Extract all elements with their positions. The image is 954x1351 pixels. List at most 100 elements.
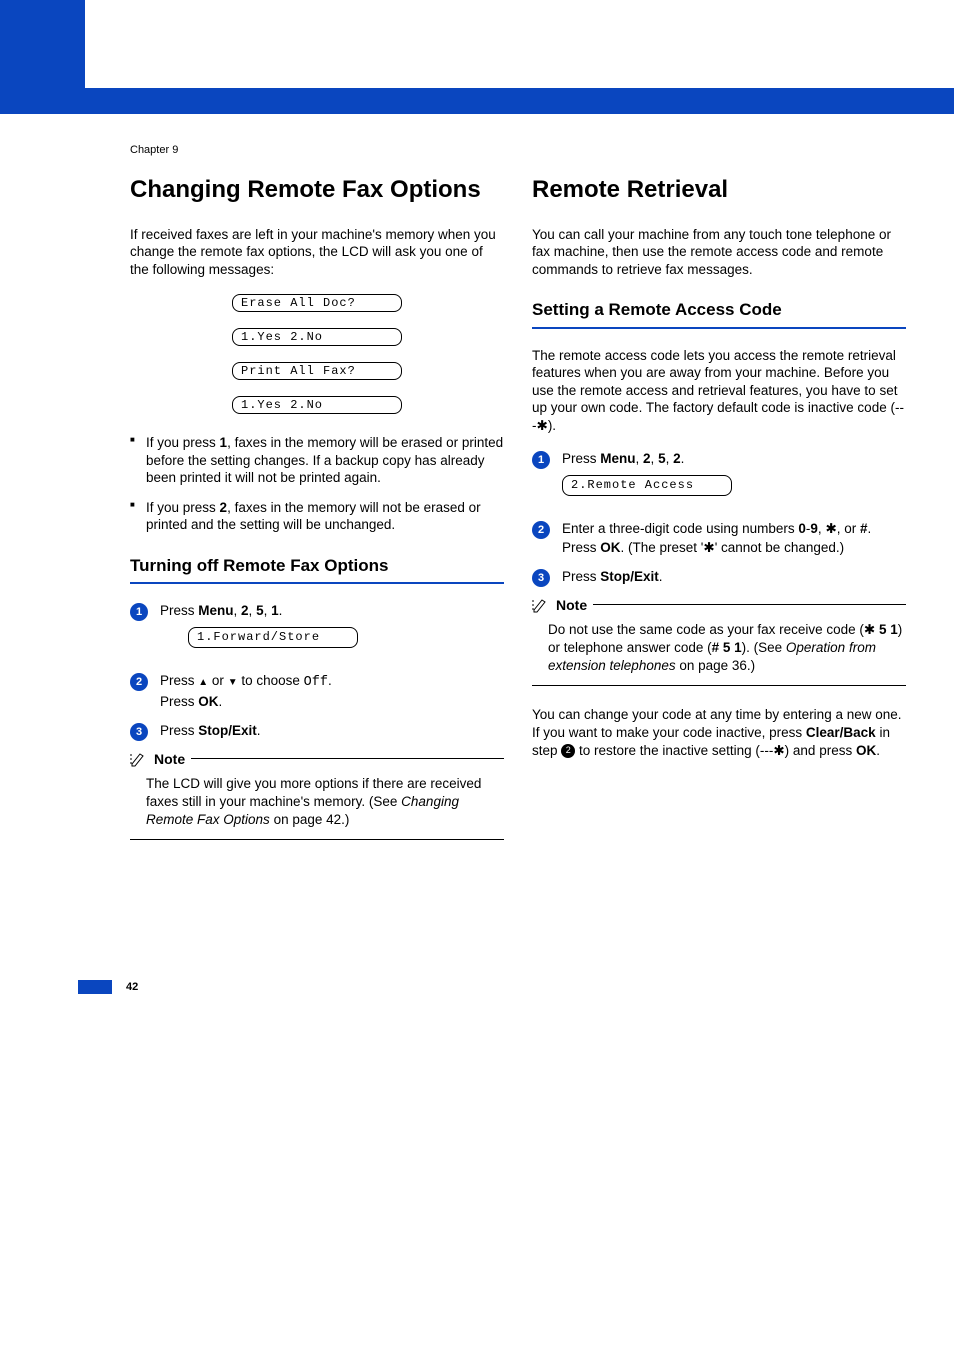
bold-text: OK [198, 694, 218, 709]
triangle-down-icon [228, 673, 238, 688]
text: or [208, 673, 228, 688]
note-header: Note [130, 751, 504, 767]
star-icon: ✱ [537, 418, 548, 433]
lcd-group: Erase All Doc? 1.Yes 2.No Print All Fax?… [130, 294, 504, 414]
bold-text: # 5 1 [712, 640, 742, 655]
star-icon: ✱ [864, 622, 875, 637]
text: Press [160, 694, 198, 709]
text: on page 42.) [270, 812, 350, 827]
note-hr [532, 685, 906, 686]
header-stripe [0, 88, 954, 114]
step-body: Press Stop/Exit. [160, 722, 504, 741]
step-number-icon: 2 [532, 521, 550, 539]
lcd-line: Print All Fax? [232, 362, 402, 380]
two-column-layout: Changing Remote Fax Options If received … [0, 176, 954, 860]
step-body: Press Menu, 2, 5, 2. 2.Remote Access [562, 450, 906, 510]
triangle-up-icon [198, 673, 208, 688]
step-number-icon: 1 [532, 451, 550, 469]
text: The remote access code lets you access t… [532, 348, 904, 433]
note-header: Note [532, 597, 906, 613]
text: , [666, 451, 674, 466]
text: . [659, 569, 663, 584]
lcd-line: 1.Yes 2.No [232, 396, 402, 414]
text: If you press [146, 435, 220, 450]
step-1: 1 Press Menu, 2, 5, 2. 2.Remote Access [532, 450, 906, 510]
step-2: 2 Enter a three-digit code using numbers… [532, 520, 906, 558]
star-icon: ✱ [773, 743, 784, 758]
bullet-list: If you press 1, faxes in the memory will… [130, 434, 504, 534]
step-body: Press Stop/Exit. [562, 568, 906, 587]
text: If you press [146, 500, 220, 515]
bold-text: 5 1 [875, 622, 898, 637]
bold-text: Menu [600, 451, 635, 466]
bold-text: OK [856, 743, 876, 758]
page-footer: 42 [0, 980, 954, 994]
note-body: The LCD will give you more options if th… [130, 769, 504, 840]
heading-underline [130, 582, 504, 584]
step-body: Press Menu, 2, 5, 1. 1.Forward/Store [160, 602, 504, 662]
step-number-icon: 2 [130, 673, 148, 691]
text: to choose [238, 673, 304, 688]
bold-text: 1 [220, 435, 228, 450]
star-icon: ✱ [703, 540, 714, 555]
text: . (The preset ' [621, 540, 704, 555]
chapter-label: Chapter 9 [130, 144, 954, 156]
text: Press [160, 673, 198, 688]
bold-text: Clear/Back [806, 725, 876, 740]
note-hr [593, 604, 906, 605]
note-block: Note Do not use the same code as your fa… [532, 597, 906, 687]
text: . [279, 603, 283, 618]
step-number-icon: 3 [130, 723, 148, 741]
text: , [651, 451, 659, 466]
text: , or [837, 521, 860, 536]
text: , [636, 451, 644, 466]
bold-text: 0 [798, 521, 806, 536]
text: . [681, 451, 685, 466]
lcd-line: Erase All Doc? [232, 294, 402, 312]
text: , [234, 603, 242, 618]
note-hr [191, 758, 504, 759]
text: . [257, 723, 261, 738]
text: . [876, 743, 880, 758]
page-header-bar [0, 0, 954, 114]
step-number-icon: 1 [130, 603, 148, 621]
pencil-icon [130, 751, 148, 767]
star-icon: ✱ [825, 521, 836, 536]
text: Do not use the same code as your fax rec… [548, 622, 864, 637]
left-h1: Changing Remote Fax Options [130, 176, 504, 204]
text: ' cannot be changed.) [715, 540, 844, 555]
text: to restore the inactive setting (--- [575, 743, 773, 758]
right-h1: Remote Retrieval [532, 176, 906, 204]
lcd-line: 2.Remote Access [562, 475, 732, 496]
note-block: Note The LCD will give you more options … [130, 751, 504, 841]
text: . [868, 521, 872, 536]
step-body: Enter a three-digit code using numbers 0… [562, 520, 906, 558]
pencil-icon [532, 597, 550, 613]
step-number-icon: 3 [532, 569, 550, 587]
text: , [249, 603, 257, 618]
text: Press [160, 723, 198, 738]
text: . [219, 694, 223, 709]
bold-text: 2 [643, 451, 651, 466]
step-3: 3 Press Stop/Exit. [130, 722, 504, 741]
step-3: 3 Press Stop/Exit. [532, 568, 906, 587]
right-para: The remote access code lets you access t… [532, 347, 906, 435]
note-title: Note [154, 751, 185, 767]
bullet-item: If you press 1, faxes in the memory will… [130, 434, 504, 487]
left-h2: Turning off Remote Fax Options [130, 556, 504, 576]
step-1: 1 Press Menu, 2, 5, 1. 1.Forward/Store [130, 602, 504, 662]
lcd-line: 1.Forward/Store [188, 627, 358, 648]
bold-text: OK [600, 540, 620, 555]
bold-text: 2 [673, 451, 681, 466]
page-body: Chapter 9 Changing Remote Fax Options If… [0, 144, 954, 1024]
text: . [328, 673, 332, 688]
text: Enter a three-digit code using numbers [562, 521, 798, 536]
left-column: Changing Remote Fax Options If received … [130, 176, 504, 860]
bold-text: Menu [198, 603, 233, 618]
bold-text: 2 [220, 500, 228, 515]
note-hr [130, 839, 504, 840]
bold-text: # [860, 521, 868, 536]
step-ref-icon: 2 [561, 744, 575, 758]
page-number: 42 [126, 981, 138, 993]
note-body: Do not use the same code as your fax rec… [532, 615, 906, 686]
